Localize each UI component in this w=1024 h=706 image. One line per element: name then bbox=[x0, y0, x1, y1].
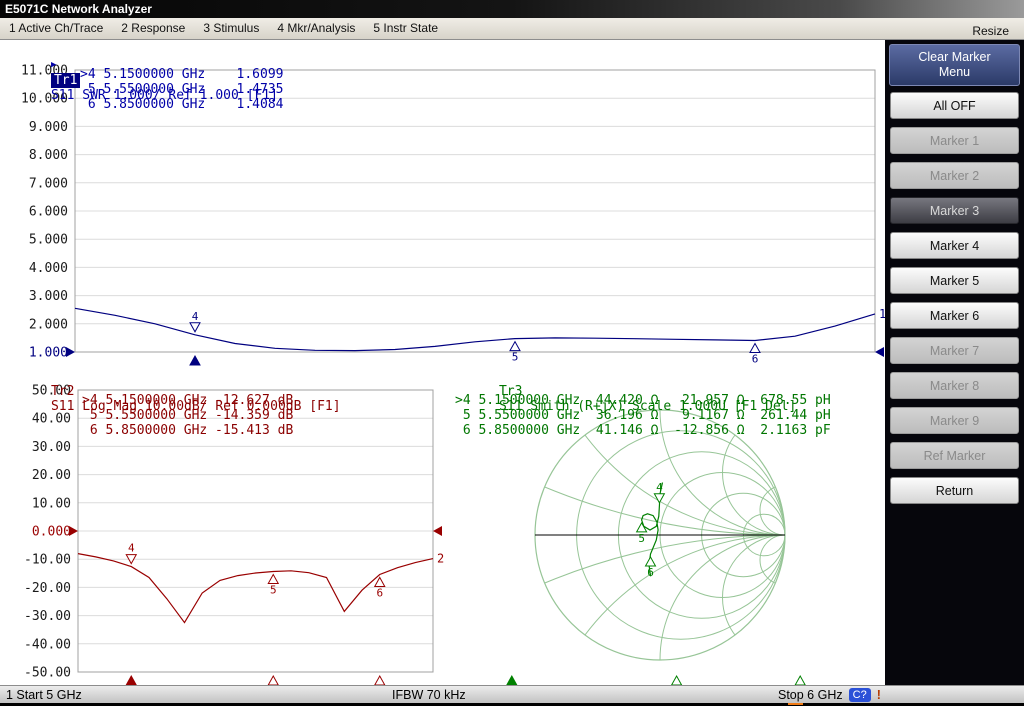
svg-text:6: 6 bbox=[376, 586, 383, 599]
sweep-stop-label: Stop 6 GHz bbox=[778, 688, 843, 702]
menu-bar: 1 Active Ch/Trace2 Response3 Stimulus4 M… bbox=[0, 18, 1024, 40]
svg-text:-40.00: -40.00 bbox=[24, 637, 71, 652]
menu-item-5[interactable]: 5 Instr State bbox=[364, 18, 447, 40]
svg-text:-10.00: -10.00 bbox=[24, 553, 71, 568]
tr3-smith-plot: 4 5 6 bbox=[160, 40, 885, 685]
charts-canvas: 11.00010.0009.0008.0007.0006.0005.0004.0… bbox=[0, 40, 885, 685]
tr2-tag: Tr2 bbox=[51, 384, 74, 399]
menu-item-2[interactable]: 2 Response bbox=[112, 18, 194, 40]
tr2-marker-readout-row: 5 5.5500000 GHz -14.359 dB bbox=[82, 408, 293, 423]
softkey-marker-8: Marker 8 bbox=[890, 372, 1019, 399]
svg-text:4: 4 bbox=[128, 542, 135, 555]
softkey-marker-3[interactable]: Marker 3 bbox=[890, 197, 1019, 224]
svg-text:30.00: 30.00 bbox=[32, 440, 71, 455]
tr1-tag: Tr1 bbox=[51, 73, 80, 88]
ifbw-label: IFBW 70 kHz bbox=[392, 688, 466, 702]
tr3-marker-readout-row: >4 5.1500000 GHz 44.420 Ω 21.957 Ω 678.5… bbox=[455, 393, 831, 408]
svg-text:6: 6 bbox=[752, 352, 759, 365]
softkey-marker-4[interactable]: Marker 4 bbox=[890, 232, 1019, 259]
softkey-menu-title-line1: Clear Marker bbox=[890, 50, 1019, 65]
bottom-strip-orange-mark bbox=[788, 703, 803, 705]
svg-text:4.000: 4.000 bbox=[29, 261, 68, 276]
softkey-menu-title-line2: Menu bbox=[890, 65, 1019, 80]
softkey-return[interactable]: Return bbox=[890, 477, 1019, 504]
svg-text:20.00: 20.00 bbox=[32, 468, 71, 483]
svg-text:-50.00: -50.00 bbox=[24, 666, 71, 681]
window-title: E5071C Network Analyzer bbox=[5, 2, 152, 16]
svg-text:4: 4 bbox=[192, 310, 199, 323]
svg-text:3.000: 3.000 bbox=[29, 289, 68, 304]
tr2-marker-readout-row: >4 5.1500000 GHz -12.627 dB bbox=[82, 393, 293, 408]
svg-text:8.000: 8.000 bbox=[29, 148, 68, 163]
softkey-menu-title: Clear Marker Menu bbox=[889, 44, 1020, 86]
status-bar: 1 Start 5 GHz IFBW 70 kHz Stop 6 GHz C? … bbox=[0, 685, 1024, 703]
vna-application-window: E5071C Network Analyzer 1 Active Ch/Trac… bbox=[0, 0, 1024, 706]
svg-text:5: 5 bbox=[512, 351, 519, 364]
tr1-marker-readout-row: 6 5.8500000 GHz 1.4084 bbox=[80, 97, 284, 112]
softkey-all-off[interactable]: All OFF bbox=[890, 92, 1019, 119]
svg-text:6.000: 6.000 bbox=[29, 205, 68, 220]
svg-text:6: 6 bbox=[647, 566, 654, 579]
tr3-marker-readout-row: 6 5.8500000 GHz 41.146 Ω -12.856 Ω 2.116… bbox=[455, 423, 831, 438]
tr1-marker-readout-row: 5 5.5500000 GHz 1.4735 bbox=[80, 82, 284, 97]
softkey-sidebar: Clear Marker Menu All OFF Marker 1 Marker … bbox=[885, 40, 1024, 685]
svg-text:5: 5 bbox=[638, 532, 645, 545]
softkey-buttons-group: All OFF Marker 1 Marker 2 Marker 3 Marker 4 M… bbox=[885, 92, 1024, 504]
active-trace-arrow-icon: ▶ bbox=[51, 60, 56, 70]
svg-text:2.000: 2.000 bbox=[29, 317, 68, 332]
tr2-marker-readout: >4 5.1500000 GHz -12.627 dB 5 5.5500000 … bbox=[82, 393, 293, 438]
svg-text:5.000: 5.000 bbox=[29, 233, 68, 248]
softkey-ref-marker: Ref Marker bbox=[890, 442, 1019, 469]
menu-item-1[interactable]: 1 Active Ch/Trace bbox=[0, 18, 112, 40]
menu-item-3[interactable]: 3 Stimulus bbox=[194, 18, 268, 40]
tr1-marker-readout: >4 5.1500000 GHz 1.6099 5 5.5500000 GHz … bbox=[80, 67, 284, 112]
svg-text:-30.00: -30.00 bbox=[24, 609, 71, 624]
sweep-start-label: 1 Start 5 GHz bbox=[6, 688, 82, 702]
menu-items-group: 1 Active Ch/Trace2 Response3 Stimulus4 M… bbox=[0, 21, 447, 35]
tr3-marker-readout-row: 5 5.5500000 GHz 36.196 Ω 9.1167 Ω 261.44… bbox=[455, 408, 831, 423]
svg-text:0.000: 0.000 bbox=[32, 525, 71, 540]
tr2-marker-readout-row: 6 5.8500000 GHz -15.413 dB bbox=[82, 423, 293, 438]
softkey-marker-7: Marker 7 bbox=[890, 337, 1019, 364]
tr1-marker-readout-row: >4 5.1500000 GHz 1.6099 bbox=[80, 67, 284, 82]
softkey-marker-5[interactable]: Marker 5 bbox=[890, 267, 1019, 294]
svg-text:2: 2 bbox=[437, 552, 444, 566]
softkey-marker-1: Marker 1 bbox=[890, 127, 1019, 154]
alert-indicator: ! bbox=[877, 688, 881, 702]
svg-text:4: 4 bbox=[656, 481, 663, 494]
status-right-group: Stop 6 GHz C? ! bbox=[778, 688, 881, 702]
svg-text:5: 5 bbox=[270, 583, 277, 596]
measurement-display-area: 11.00010.0009.0008.0007.0006.0005.0004.0… bbox=[0, 40, 885, 685]
window-titlebar: E5071C Network Analyzer bbox=[0, 0, 1024, 18]
svg-text:7.000: 7.000 bbox=[29, 176, 68, 191]
tr3-marker-readout: >4 5.1500000 GHz 44.420 Ω 21.957 Ω 678.5… bbox=[455, 393, 831, 438]
softkey-marker-9: Marker 9 bbox=[890, 407, 1019, 434]
menu-item-4[interactable]: 4 Mkr/Analysis bbox=[268, 18, 364, 40]
svg-text:9.000: 9.000 bbox=[29, 120, 68, 135]
softkey-marker-2: Marker 2 bbox=[890, 162, 1019, 189]
correction-status-badge: C? bbox=[849, 688, 871, 702]
svg-text:-20.00: -20.00 bbox=[24, 581, 71, 596]
svg-text:1.000: 1.000 bbox=[29, 346, 68, 361]
softkey-marker-6[interactable]: Marker 6 bbox=[890, 302, 1019, 329]
svg-text:10.00: 10.00 bbox=[32, 496, 71, 511]
